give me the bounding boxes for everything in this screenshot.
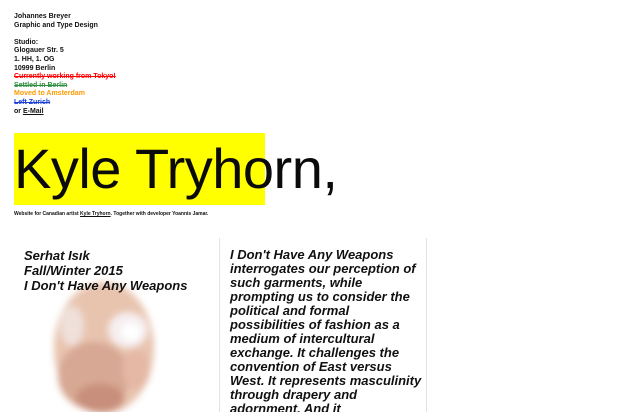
caption-text-end: . Together with developer Yoannis Jamar. (110, 211, 209, 217)
artist-link[interactable]: Kyle Tryhorn (80, 211, 111, 217)
studio-floor: 1. HH, 1. OG (14, 55, 55, 63)
history-zurich: Left Zurich (14, 98, 51, 106)
collection-name: I Don't Have Any Weapons (24, 278, 188, 293)
headline-block: Kyle Tryhorn, (14, 133, 338, 205)
studio-label: Studio: (14, 38, 39, 46)
history-amsterdam: Moved to Amsterdam (14, 90, 85, 98)
project-caption: Website for Canadian artist Kyle Tryhorn… (14, 211, 208, 217)
email-link[interactable]: E-Mail (23, 108, 44, 115)
contact-line: or E-Mail (14, 108, 116, 117)
project-headline[interactable]: Kyle Tryhorn, (14, 133, 338, 205)
studio-info: Johannes Breyer Graphic and Type Design … (14, 13, 116, 116)
history-tokyo: Currently working from Tokyo! (14, 73, 116, 81)
designer-name: Serhat Isık (24, 248, 90, 263)
article-panel: I Don't Have Any Weapons interrogates ou… (219, 238, 427, 412)
history-berlin: Settled in Berlin (14, 81, 68, 89)
studio-street: Glogauer Str. 5 (14, 47, 64, 55)
project-card[interactable]: Serhat Isık Fall/Winter 2015 I Don't Hav… (14, 238, 209, 412)
studio-name: Johannes Breyer (14, 13, 71, 20)
contact-prefix: or (14, 107, 21, 115)
season: Fall/Winter 2015 (24, 263, 123, 278)
project-card-title: Serhat Isık Fall/Winter 2015 I Don't Hav… (24, 248, 187, 293)
caption-text: Website for Canadian artist (14, 211, 79, 217)
studio-city: 10999 Berlin (14, 64, 56, 72)
article-text: I Don't Have Any Weapons interrogates ou… (230, 247, 422, 412)
studio-role: Graphic and Type Design (14, 21, 98, 29)
